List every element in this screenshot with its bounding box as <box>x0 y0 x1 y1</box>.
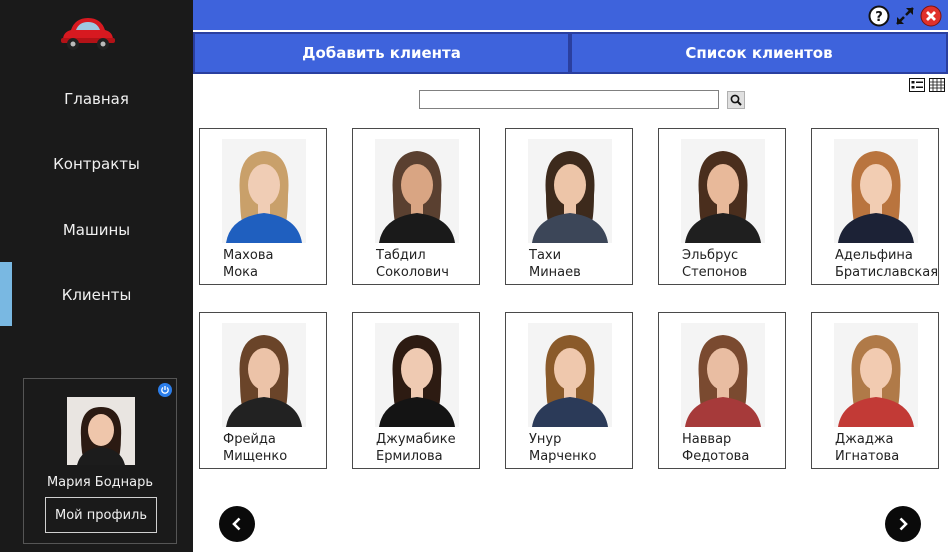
next-page-button[interactable] <box>885 506 921 542</box>
list-view-icon[interactable] <box>909 78 925 92</box>
search-icon <box>730 94 742 106</box>
client-last-name: Мищенко <box>223 449 288 464</box>
client-photo <box>834 323 918 427</box>
client-first-name: Тахи <box>529 248 562 263</box>
client-first-name: Махова <box>223 248 274 263</box>
client-first-name: Фрейда <box>223 432 276 447</box>
expand-icon[interactable] <box>894 5 916 27</box>
client-last-name: Мока <box>223 265 258 280</box>
chevron-right-icon <box>899 517 908 531</box>
client-first-name: Эльбрус <box>682 248 739 263</box>
client-photo <box>528 139 612 243</box>
my-profile-button[interactable]: Мой профиль <box>45 497 157 533</box>
client-photo <box>375 323 459 427</box>
client-card[interactable]: Эльбрус Степонов <box>658 128 786 285</box>
client-photo <box>222 139 306 243</box>
previous-page-button[interactable] <box>219 506 255 542</box>
client-card[interactable]: Махова Мока <box>199 128 327 285</box>
client-card[interactable]: Фрейда Мищенко <box>199 312 327 469</box>
client-photo <box>222 323 306 427</box>
sidebar-item-contracts[interactable]: Контракты <box>0 155 193 173</box>
client-last-name: Марченко <box>529 449 597 464</box>
chevron-left-icon <box>232 517 241 531</box>
client-last-name: Степонов <box>682 265 748 280</box>
client-photo <box>528 323 612 427</box>
grid-view-icon[interactable] <box>929 78 945 92</box>
client-photo <box>834 139 918 243</box>
client-card[interactable]: Табдил Соколович <box>352 128 480 285</box>
help-icon[interactable]: ? <box>868 5 890 27</box>
user-name: Мария Боднарь <box>46 475 154 490</box>
client-card[interactable]: Наввар Федотова <box>658 312 786 469</box>
client-last-name: Минаев <box>529 265 581 280</box>
client-photo <box>681 323 765 427</box>
client-card[interactable]: Тахи Минаев <box>505 128 633 285</box>
title-bar <box>193 0 948 30</box>
client-card[interactable]: Унур Марченко <box>505 312 633 469</box>
user-card: Мария Боднарь Мой профиль <box>23 378 177 544</box>
client-last-name: Игнатова <box>835 449 900 464</box>
sidebar: Главная Контракты Машины Клиенты Мария Б… <box>0 0 193 552</box>
client-last-name: Братиславская <box>835 265 939 280</box>
client-last-name: Ермилова <box>376 449 443 464</box>
close-icon[interactable] <box>920 5 942 27</box>
client-first-name: Джумабике <box>376 432 456 447</box>
red-car-icon <box>61 18 115 50</box>
sidebar-item-home[interactable]: Главная <box>0 90 193 108</box>
tab-add-client[interactable]: Добавить клиента <box>193 32 570 74</box>
client-first-name: Адельфина <box>835 248 913 263</box>
search-button[interactable] <box>727 91 745 109</box>
power-icon[interactable] <box>158 383 172 397</box>
client-photo <box>375 139 459 243</box>
client-first-name: Табдил <box>376 248 426 263</box>
client-card[interactable]: Джумабике Ермилова <box>352 312 480 469</box>
client-first-name: Унур <box>529 432 562 447</box>
avatar <box>67 397 135 465</box>
client-card[interactable]: Джаджа Игнатова <box>811 312 939 469</box>
client-last-name: Соколович <box>376 265 449 280</box>
sidebar-item-clients[interactable]: Клиенты <box>0 286 193 304</box>
client-card[interactable]: Адельфина Братиславская <box>811 128 939 285</box>
svg-text:?: ? <box>875 10 883 25</box>
client-first-name: Наввар <box>682 432 732 447</box>
client-photo <box>681 139 765 243</box>
tab-client-list[interactable]: Список клиентов <box>570 32 948 74</box>
search-input[interactable] <box>419 90 719 109</box>
client-first-name: Джаджа <box>835 432 894 447</box>
client-last-name: Федотова <box>682 449 750 464</box>
sidebar-item-cars[interactable]: Машины <box>0 221 193 239</box>
